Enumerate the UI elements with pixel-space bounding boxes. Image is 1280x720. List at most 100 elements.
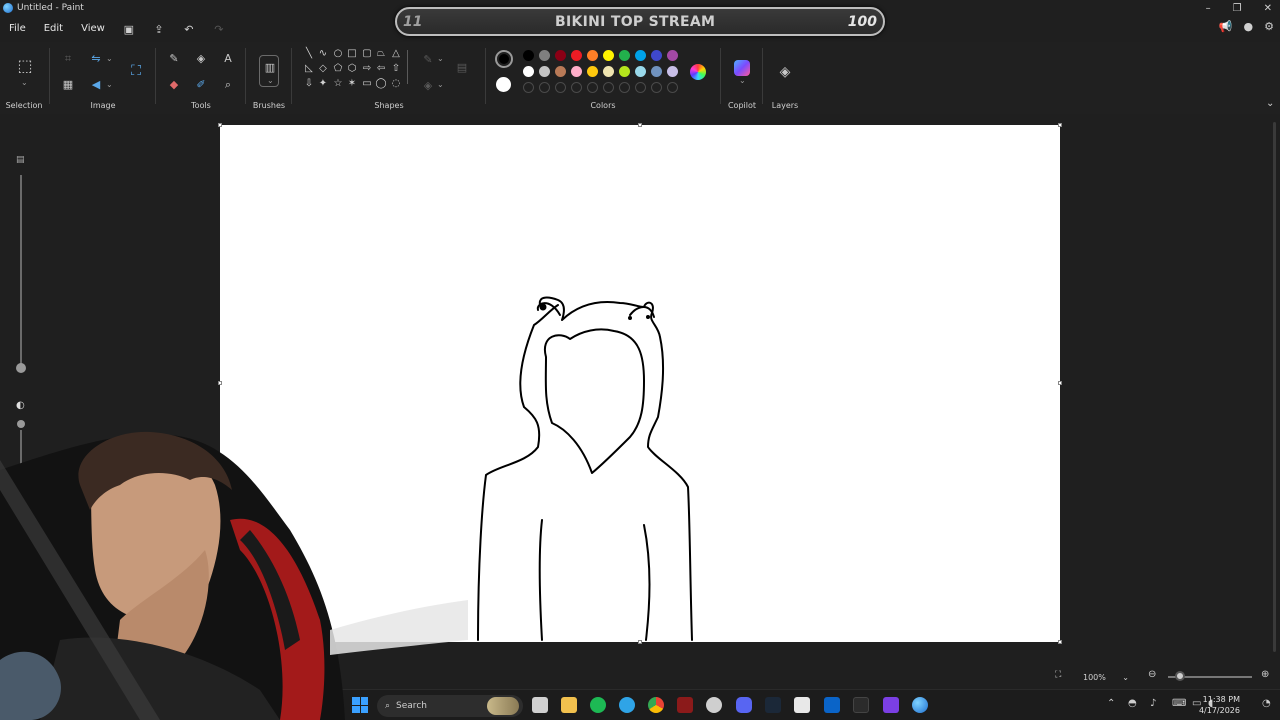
minimize-button[interactable]: – — [1206, 3, 1211, 14]
obs-icon[interactable] — [706, 697, 722, 713]
color-swatch[interactable] — [619, 50, 630, 61]
color-swatch[interactable] — [635, 66, 646, 77]
resize-icon[interactable]: ⇋ — [88, 51, 104, 67]
six-point-star-shape-icon[interactable]: ✶ — [345, 78, 359, 89]
brush-size-thumb[interactable] — [16, 363, 26, 373]
video-editor-icon[interactable] — [883, 697, 899, 713]
brush-button[interactable]: ▥ ⌄ — [259, 55, 279, 87]
custom-color-slot[interactable] — [555, 82, 566, 93]
eraser-icon[interactable]: ◆ — [166, 77, 182, 93]
color-swatch[interactable] — [587, 50, 598, 61]
color-swatch[interactable] — [603, 50, 614, 61]
file-explorer-icon[interactable] — [561, 697, 577, 713]
color-swatch[interactable] — [539, 66, 550, 77]
chevron-down-icon[interactable]: ⌄ — [106, 54, 113, 63]
canvas-resize-handle[interactable] — [218, 381, 222, 385]
share-icon[interactable]: ⇪ — [144, 23, 174, 36]
right-triangle-shape-icon[interactable]: ◺ — [302, 63, 316, 74]
keyboard-icon[interactable]: ⌨ — [1172, 698, 1186, 709]
hexagon-shape-icon[interactable]: ⬡ — [345, 63, 359, 74]
steam-icon[interactable] — [765, 697, 781, 713]
custom-color-slot[interactable] — [667, 82, 678, 93]
terminal-icon[interactable] — [853, 697, 869, 713]
custom-color-slot[interactable] — [619, 82, 630, 93]
tray-overflow-chevron-icon[interactable]: ⌃ — [1107, 698, 1115, 709]
color-swatch[interactable] — [555, 50, 566, 61]
save-icon[interactable]: ▣ — [114, 23, 144, 36]
opacity-thumb[interactable] — [17, 420, 25, 428]
diamond-shape-icon[interactable]: ◇ — [316, 63, 330, 74]
shapes-scroll[interactable] — [407, 50, 408, 84]
menu-edit[interactable]: Edit — [35, 17, 72, 41]
pencil-icon[interactable]: ✎ — [166, 51, 182, 67]
five-point-star-shape-icon[interactable]: ☆ — [331, 78, 345, 89]
fill-bucket-icon[interactable]: ◈ — [193, 51, 209, 67]
discord-icon[interactable] — [736, 697, 752, 713]
windows-start-icon[interactable] — [352, 697, 368, 713]
oval-shape-icon[interactable]: ○ — [331, 48, 345, 59]
color-swatch[interactable] — [587, 66, 598, 77]
copilot-icon[interactable] — [734, 60, 750, 76]
color-swatch[interactable] — [523, 50, 534, 61]
canvas-resize-handle[interactable] — [1058, 640, 1062, 644]
custom-color-slot[interactable] — [571, 82, 582, 93]
zoom-in-icon[interactable]: ⊕ — [1261, 669, 1269, 680]
spotify-icon[interactable] — [590, 697, 606, 713]
custom-color-slot[interactable] — [523, 82, 534, 93]
canvas-resize-handle[interactable] — [1058, 123, 1062, 127]
app-icon[interactable] — [794, 697, 810, 713]
outline-icon[interactable]: ✎ — [420, 52, 436, 68]
undo-icon[interactable]: ↶ — [174, 23, 204, 36]
color-swatch[interactable] — [555, 66, 566, 77]
selection-rectangle-icon[interactable]: ⬚ — [16, 58, 34, 74]
color-swatch[interactable] — [571, 50, 582, 61]
crop-icon[interactable]: ⌗ — [60, 51, 76, 67]
chevron-down-icon[interactable]: ⌄ — [437, 80, 444, 89]
magnifier-icon[interactable]: ⌕ — [220, 77, 236, 93]
color-swatch[interactable] — [619, 66, 630, 77]
canvas-resize-handle[interactable] — [1058, 381, 1062, 385]
rounded-rectangle-shape-icon[interactable]: ▢ — [360, 48, 374, 59]
taskbar-search[interactable]: ⌕ Search — [377, 695, 523, 717]
color-swatch[interactable] — [523, 66, 534, 77]
image-select-icon[interactable]: ⛶ — [128, 63, 144, 79]
fit-to-window-icon[interactable]: ⛶ — [1055, 670, 1061, 680]
brush-size-track[interactable] — [20, 175, 22, 365]
curve-shape-icon[interactable]: ∿ — [316, 48, 330, 59]
color-swatch[interactable] — [651, 66, 662, 77]
notification-icon[interactable]: ◔ — [1262, 698, 1271, 709]
text-icon[interactable]: A — [220, 51, 236, 67]
custom-color-slot[interactable] — [587, 82, 598, 93]
color-picker-icon[interactable]: ✐ — [193, 77, 209, 93]
line-shape-icon[interactable]: ╲ — [302, 48, 316, 59]
color-swatch[interactable] — [539, 50, 550, 61]
callout-rect-shape-icon[interactable]: ▭ — [360, 78, 374, 89]
custom-color-slot[interactable] — [539, 82, 550, 93]
color-swatch[interactable] — [667, 50, 678, 61]
pentagon-shape-icon[interactable]: ⬠ — [331, 63, 345, 74]
vertical-scrollbar[interactable] — [1273, 122, 1276, 652]
canvas-resize-handle[interactable] — [638, 123, 642, 127]
secondary-color-swatch[interactable] — [496, 77, 511, 92]
account-icon[interactable]: ● — [1244, 20, 1254, 33]
custom-color-slot[interactable] — [603, 82, 614, 93]
color-swatch[interactable] — [571, 66, 582, 77]
tray-app-icon[interactable]: ◓ — [1128, 698, 1137, 709]
primary-color-swatch[interactable] — [495, 50, 513, 68]
callout-oval-shape-icon[interactable]: ◯ — [374, 78, 388, 89]
color-swatch[interactable] — [603, 66, 614, 77]
chevron-down-icon[interactable]: ⌄ — [437, 54, 444, 63]
chevron-down-icon[interactable]: ⌄ — [106, 80, 113, 89]
settings-gear-icon[interactable]: ⚙ — [1264, 20, 1274, 33]
outlook-icon[interactable] — [824, 697, 840, 713]
rotate-icon[interactable]: ◀ — [88, 77, 104, 93]
down-arrow-shape-icon[interactable]: ⇩ — [302, 78, 316, 89]
fill-icon[interactable]: ◈ — [420, 78, 436, 94]
maximize-button[interactable]: ❐ — [1233, 3, 1242, 14]
rectangle-shape-icon[interactable]: □ — [345, 48, 359, 59]
microphone-icon[interactable]: ♪ — [1150, 698, 1156, 709]
taskbar-clock[interactable]: 11:38 PM 4/17/2026 — [1199, 694, 1240, 716]
triangle-shape-icon[interactable]: △ — [389, 48, 403, 59]
edge-icon[interactable] — [619, 697, 635, 713]
canvas-resize-handle[interactable] — [218, 123, 222, 127]
